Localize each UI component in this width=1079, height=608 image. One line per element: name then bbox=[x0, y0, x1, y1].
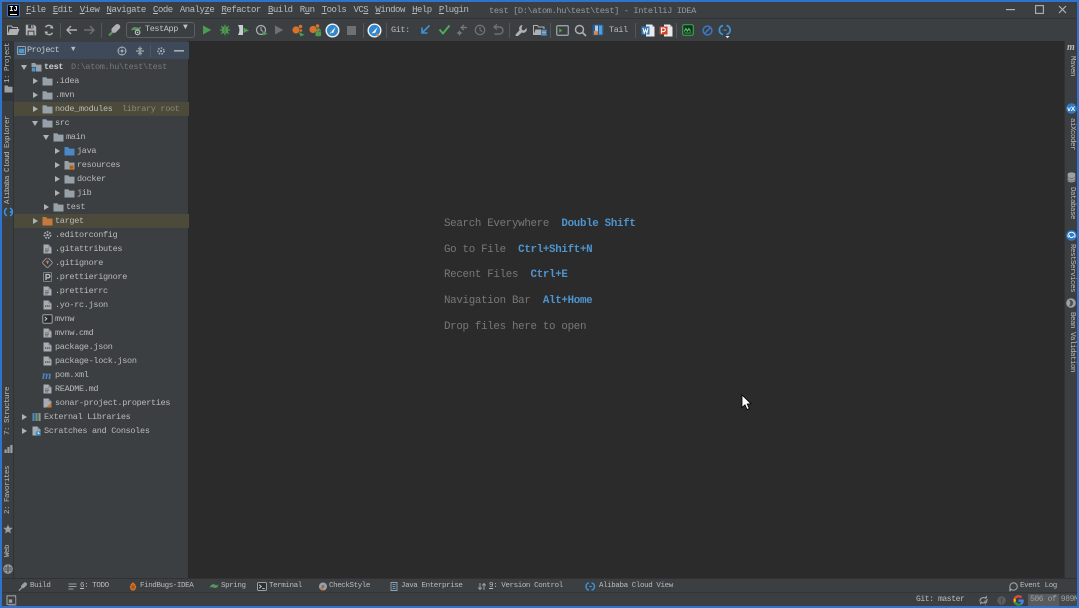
svg-text:vX: vX bbox=[1067, 106, 1076, 113]
svg-text:?: ? bbox=[984, 601, 988, 607]
